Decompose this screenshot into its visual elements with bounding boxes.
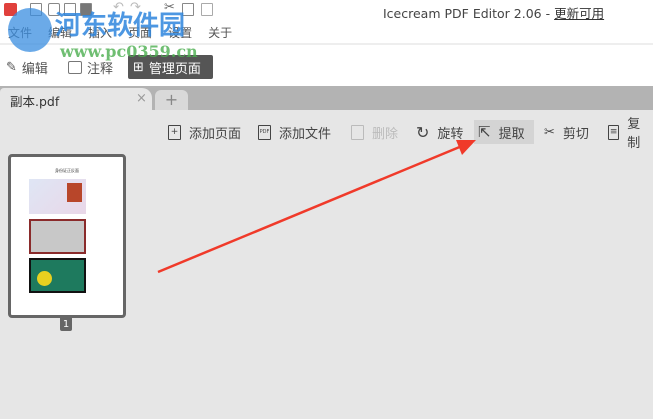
arrow-line <box>157 144 463 274</box>
arrow-head <box>456 140 476 155</box>
annotation-arrow <box>157 140 476 274</box>
